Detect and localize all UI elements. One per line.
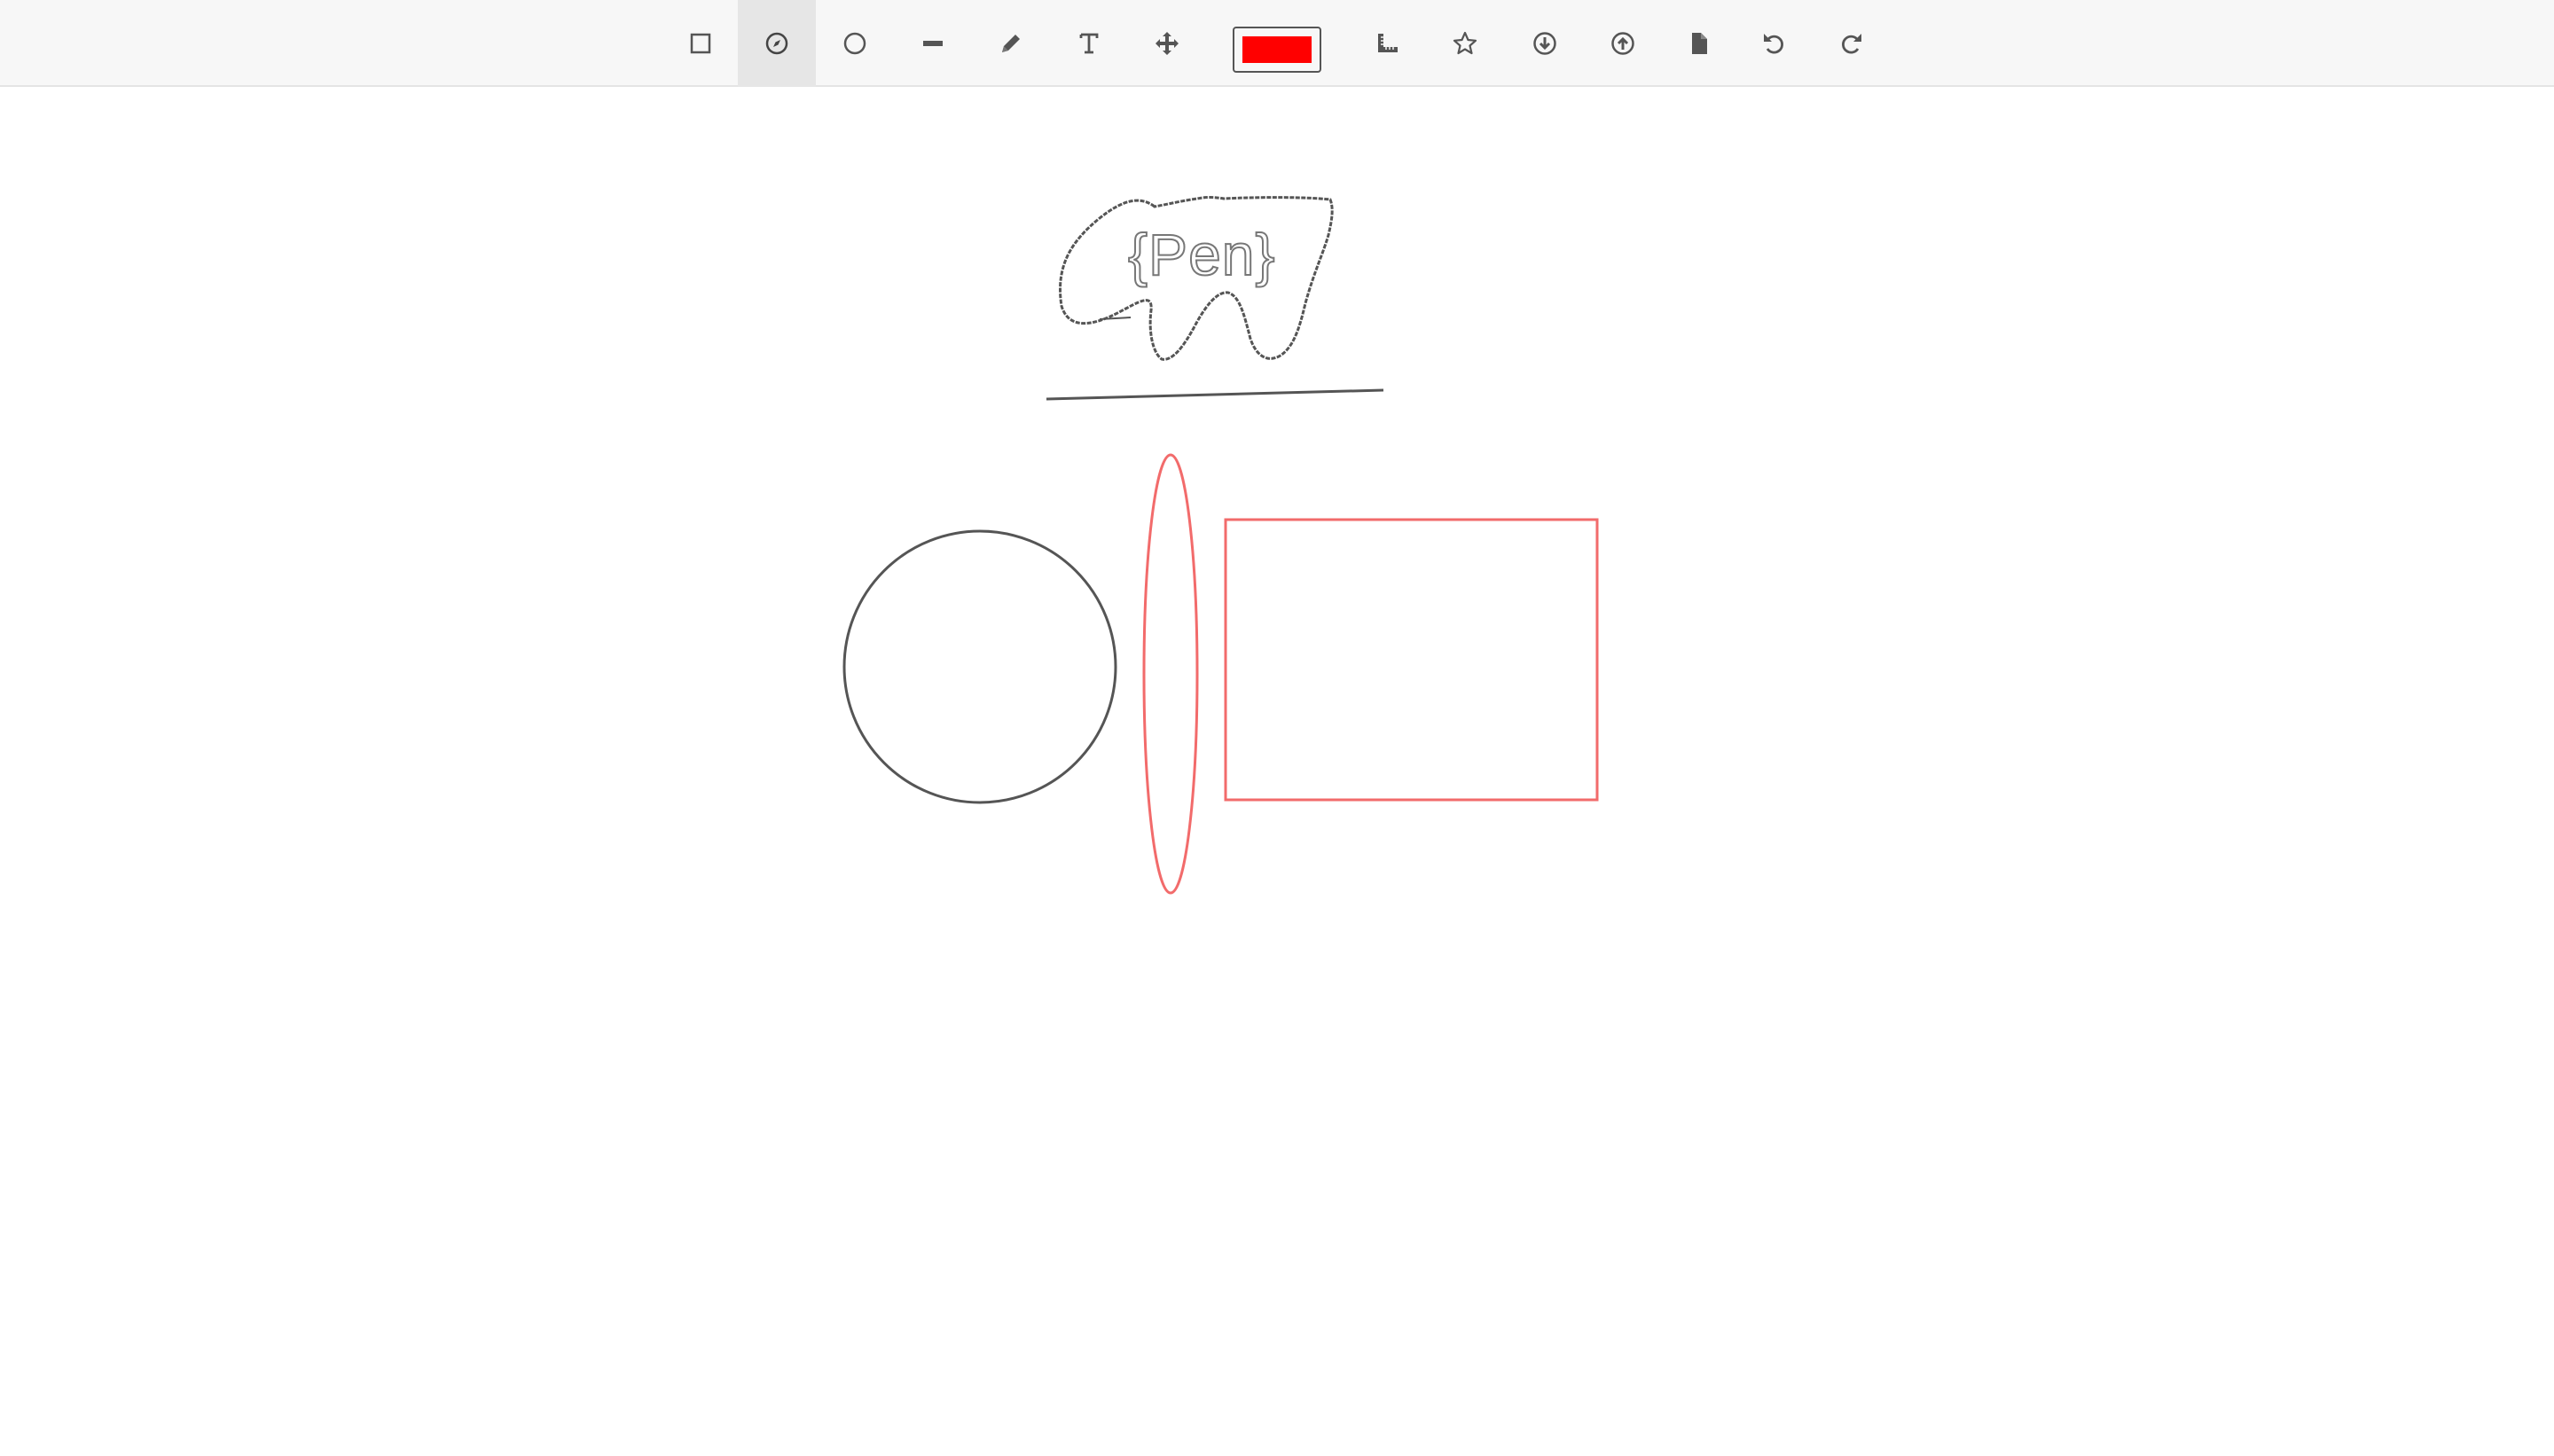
move-tool[interactable]	[1128, 0, 1206, 87]
pen-logo-text: {Pen}	[1127, 221, 1276, 288]
move-arrows-icon	[1156, 32, 1179, 55]
new-document-button[interactable]	[1660, 0, 1738, 87]
ellipse-shape	[1142, 453, 1199, 895]
download-button[interactable]	[1506, 0, 1584, 87]
rectangle-tool[interactable]	[662, 0, 740, 87]
upload-circle-icon	[1611, 32, 1634, 55]
circle-shape	[842, 529, 1117, 804]
minus-icon	[923, 41, 943, 46]
pencil-tool[interactable]	[972, 0, 1050, 87]
file-icon	[1692, 33, 1707, 54]
redo-button[interactable]	[1813, 0, 1891, 87]
canvas-drawing-layer	[842, 196, 1599, 895]
freehand-line	[1046, 388, 1384, 401]
toolbar	[0, 0, 2554, 87]
ruler-tool[interactable]	[1348, 0, 1426, 87]
drawing-canvas[interactable]: {Pen}	[0, 87, 2554, 1456]
current-color-swatch	[1242, 36, 1312, 63]
compass-tool[interactable]	[738, 0, 816, 87]
upload-button[interactable]	[1584, 0, 1662, 87]
undo-icon	[1764, 34, 1783, 54]
download-circle-icon	[1533, 32, 1556, 55]
pencil-icon	[1002, 35, 1020, 52]
ruler-icon	[1378, 34, 1398, 52]
circle-icon	[843, 32, 866, 55]
circle-tool[interactable]	[816, 0, 894, 87]
color-picker[interactable]	[1233, 27, 1321, 73]
line-tool[interactable]	[894, 0, 972, 87]
redo-icon	[1842, 34, 1861, 54]
star-tool[interactable]	[1426, 0, 1504, 87]
star-icon	[1453, 31, 1477, 55]
square-icon	[690, 33, 711, 54]
rectangle-shape	[1224, 518, 1599, 802]
text-tool[interactable]	[1050, 0, 1128, 87]
compass-icon	[765, 32, 788, 55]
text-cursor-icon	[1079, 33, 1099, 54]
undo-button[interactable]	[1735, 0, 1813, 87]
